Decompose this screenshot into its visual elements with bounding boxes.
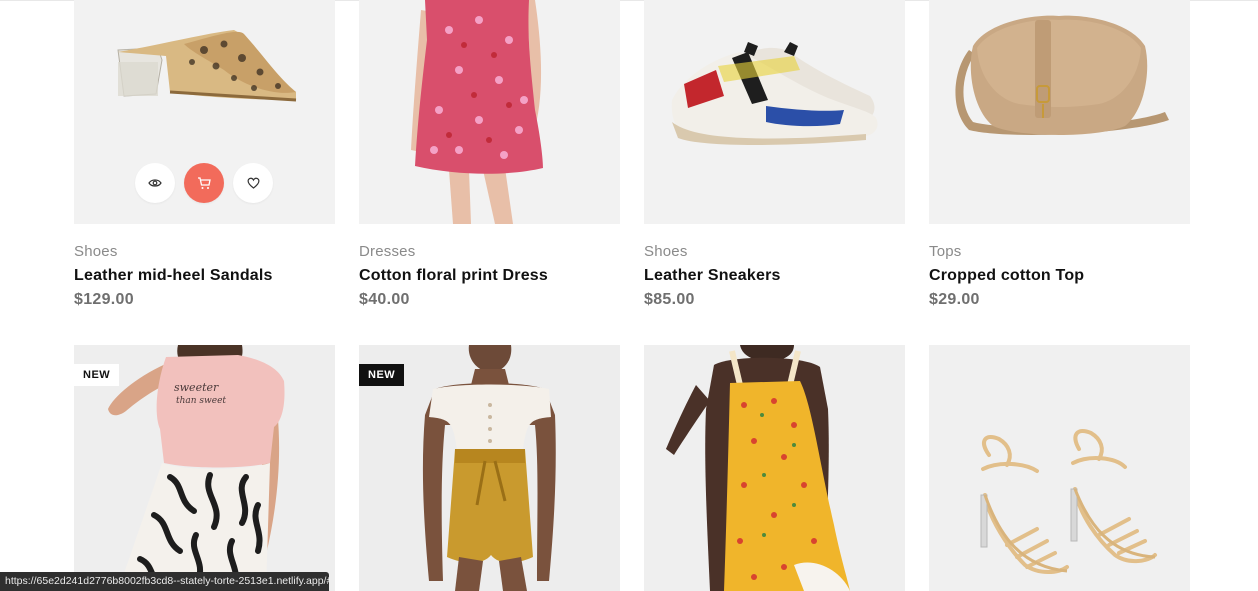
svg-text:sweeter: sweeter: [174, 381, 219, 394]
new-badge: NEW: [359, 364, 405, 386]
add-to-cart-button[interactable]: [184, 163, 224, 203]
product-image[interactable]: [359, 0, 620, 224]
product-image[interactable]: [929, 0, 1190, 224]
product-image[interactable]: [644, 0, 905, 224]
product-image[interactable]: [929, 345, 1190, 591]
product-category[interactable]: Shoes: [644, 243, 688, 260]
new-badge: NEW: [74, 364, 120, 386]
product-category[interactable]: Dresses: [359, 243, 415, 260]
product-image[interactable]: sweeter than sweet NEW: [74, 345, 335, 591]
product-title[interactable]: Cotton floral print Dress: [359, 267, 548, 285]
svg-text:than sweet: than sweet: [176, 396, 226, 406]
product-title[interactable]: Leather Sneakers: [644, 267, 781, 285]
product-image[interactable]: NEW: [359, 345, 620, 591]
product-title[interactable]: Cropped cotton Top: [929, 267, 1084, 285]
product-title[interactable]: Leather mid-heel Sandals: [74, 267, 273, 285]
product-hover-actions: [135, 163, 273, 203]
heart-icon: [246, 177, 260, 189]
cart-icon: [198, 176, 211, 189]
product-price: $29.00: [929, 291, 980, 308]
product-price: $40.00: [359, 291, 410, 308]
product-price: $85.00: [644, 291, 695, 308]
eye-icon: [148, 179, 162, 187]
product-image[interactable]: [74, 0, 335, 224]
quick-view-button[interactable]: [135, 163, 175, 203]
status-bar-url: https://65e2d241d2776b8002fb3cd8--statel…: [0, 572, 329, 591]
product-category[interactable]: Tops: [929, 243, 962, 260]
product-image[interactable]: [644, 345, 905, 591]
product-price: $129.00: [74, 291, 134, 308]
product-category[interactable]: Shoes: [74, 243, 118, 260]
wishlist-button[interactable]: [233, 163, 273, 203]
